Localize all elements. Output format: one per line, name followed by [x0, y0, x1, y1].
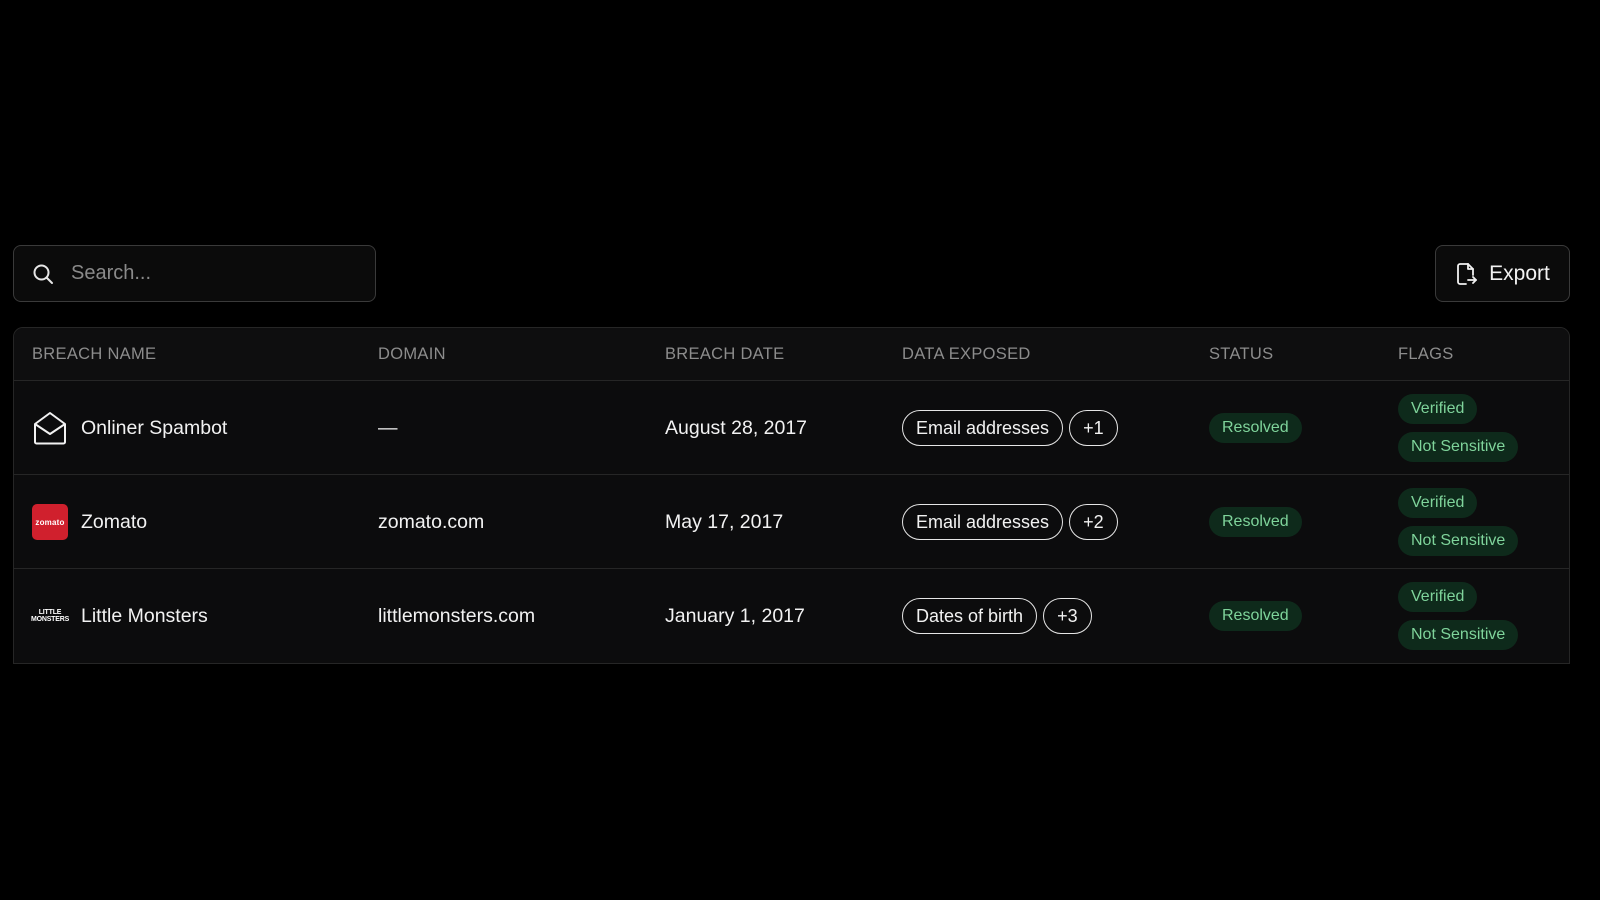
status-badge: Resolved [1209, 413, 1302, 443]
domain-cell: littlemonsters.com [378, 604, 536, 627]
data-exposed-cell: Email addresses +1 [902, 381, 1118, 475]
data-exposed-pill[interactable]: Email addresses [902, 504, 1064, 540]
status-cell: Resolved [1209, 569, 1302, 663]
table-header: BREACH NAME DOMAIN BREACH DATE DATA EXPO… [14, 328, 1569, 381]
data-exposed-cell: Email addresses +2 [902, 475, 1118, 569]
flags-cell: Verified Not Sensitive [1398, 569, 1519, 663]
status-badge: Resolved [1209, 507, 1302, 537]
header-breach-name[interactable]: BREACH NAME [32, 328, 156, 381]
table-row[interactable]: Onliner Spambot — August 28, 2017 Email … [14, 381, 1569, 475]
data-exposed-cell: Dates of birth +3 [902, 569, 1092, 663]
header-status[interactable]: STATUS [1209, 328, 1273, 381]
domain-cell: zomato.com [378, 510, 485, 533]
logo-text-top: LITTLE [38, 609, 62, 616]
breach-name: Onliner Spambot [81, 416, 228, 439]
breach-list-page: Export BREACH NAME DOMAIN BREACH DATE DA… [0, 0, 1600, 900]
status-badge: Resolved [1209, 601, 1302, 631]
flag-badge-verified: Verified [1398, 488, 1478, 518]
data-exposed-more-pill[interactable]: +1 [1069, 410, 1118, 446]
header-data-exposed[interactable]: DATA EXPOSED [902, 328, 1031, 381]
data-exposed-more-pill[interactable]: +2 [1069, 504, 1118, 540]
header-flags[interactable]: FLAGS [1398, 328, 1454, 381]
flags-cell: Verified Not Sensitive [1398, 381, 1519, 475]
logo-text-bottom: MONSTERS [30, 616, 70, 623]
zomato-logo: zomato [32, 504, 68, 540]
export-label: Export [1489, 261, 1550, 285]
table-row[interactable]: LITTLE MONSTERS Little Monsters littlemo… [14, 569, 1569, 663]
breach-date-cell: January 1, 2017 [665, 604, 805, 627]
breach-date-cell: May 17, 2017 [665, 510, 784, 533]
status-cell: Resolved [1209, 381, 1302, 475]
file-export-icon [1455, 262, 1478, 286]
envelope-icon [32, 410, 68, 446]
flag-badge-sensitivity: Not Sensitive [1398, 526, 1519, 556]
breach-name-cell: zomato Zomato [32, 475, 147, 569]
flag-badge-verified: Verified [1398, 394, 1478, 424]
breach-name-cell: Onliner Spambot [32, 381, 227, 475]
breach-name: Zomato [81, 510, 148, 533]
header-breach-date[interactable]: BREACH DATE [665, 328, 784, 381]
flags-cell: Verified Not Sensitive [1398, 475, 1519, 569]
flag-badge-verified: Verified [1398, 582, 1478, 612]
search-input[interactable] [55, 246, 375, 301]
flag-badge-sensitivity: Not Sensitive [1398, 432, 1519, 462]
breach-date-cell: August 28, 2017 [665, 416, 808, 439]
search-icon [31, 262, 55, 286]
export-button[interactable]: Export [1435, 245, 1570, 302]
breach-name-cell: LITTLE MONSTERS Little Monsters [30, 569, 208, 663]
breach-name: Little Monsters [81, 604, 208, 627]
data-exposed-more-pill[interactable]: +3 [1043, 598, 1092, 634]
data-exposed-pill[interactable]: Email addresses [902, 410, 1064, 446]
data-exposed-pill[interactable]: Dates of birth [902, 598, 1038, 634]
header-domain[interactable]: DOMAIN [378, 328, 446, 381]
flag-badge-sensitivity: Not Sensitive [1398, 620, 1519, 650]
table-row[interactable]: zomato Zomato zomato.com May 17, 2017 Em… [14, 475, 1569, 569]
breach-table: BREACH NAME DOMAIN BREACH DATE DATA EXPO… [13, 327, 1570, 664]
little-monsters-logo: LITTLE MONSTERS [30, 598, 70, 634]
status-cell: Resolved [1209, 475, 1302, 569]
search-box[interactable] [13, 245, 376, 302]
domain-cell: — [378, 416, 398, 439]
